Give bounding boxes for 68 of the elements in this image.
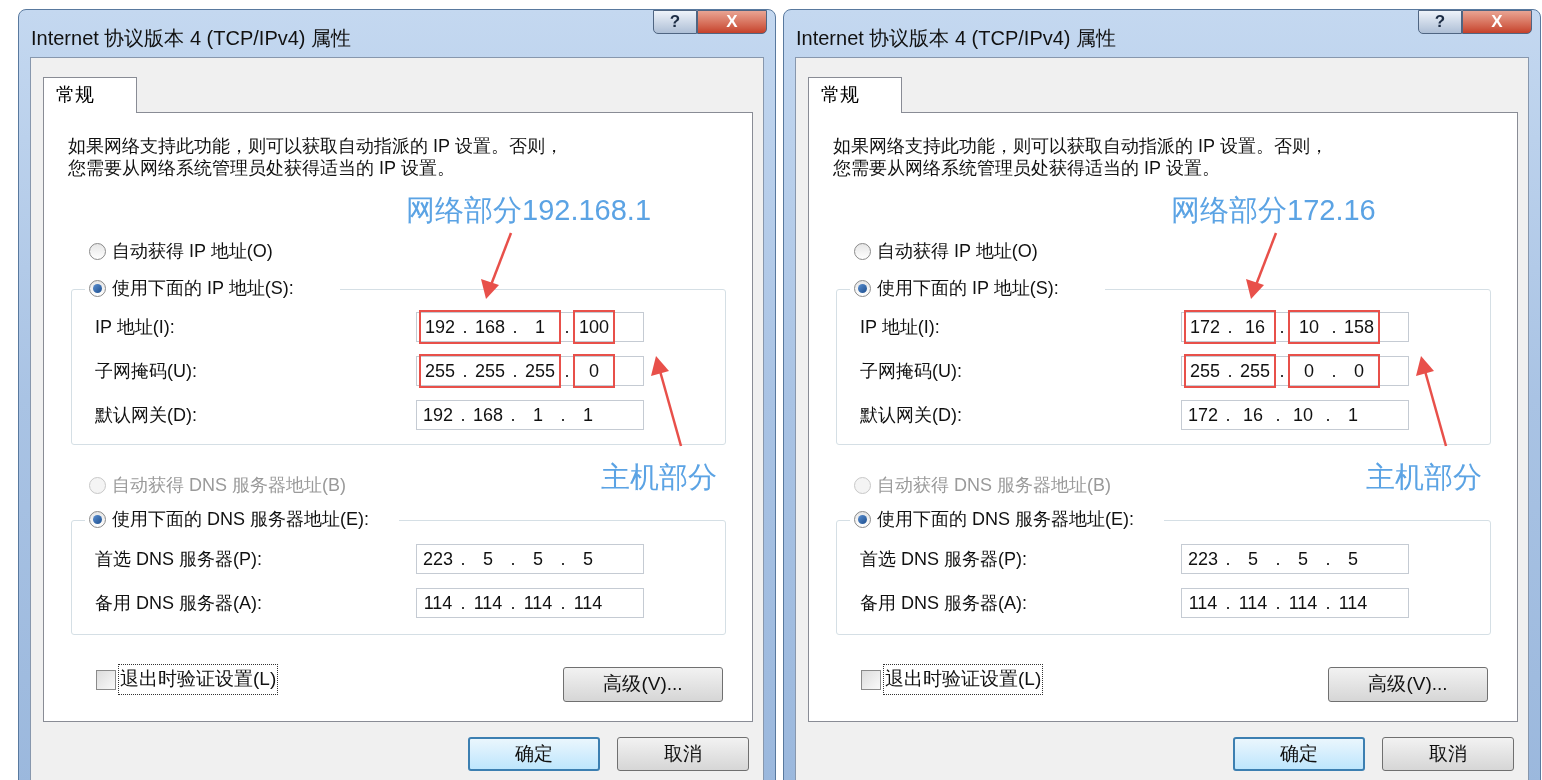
radio-label: 使用下面的 IP 地址(S): xyxy=(112,276,294,300)
checkbox-label: 退出时验证设置(L) xyxy=(883,664,1044,695)
radio-label: 自动获得 IP 地址(O) xyxy=(112,239,273,263)
field-label: 默认网关(D): xyxy=(95,403,198,427)
radio-button[interactable] xyxy=(854,242,871,260)
arrow xyxy=(481,232,513,299)
tab[interactable]: 常规 xyxy=(808,77,902,113)
radio-label: 自动获得 DNS 服务器地址(B) xyxy=(877,473,1111,497)
ip-address-field[interactable]: 223 . 5 . 5 . 5 xyxy=(416,544,644,574)
radio-button[interactable] xyxy=(89,242,106,260)
help-button[interactable]: ? xyxy=(1418,10,1462,34)
arrow xyxy=(1246,232,1278,299)
description-text: 如果网络支持此功能，则可以获取自动指派的 IP 设置。否则， xyxy=(833,135,1328,157)
highlight-frame: 172 . 16 xyxy=(1184,310,1276,344)
description-text: 如果网络支持此功能，则可以获取自动指派的 IP 设置。否则， xyxy=(68,135,563,157)
description-text: 您需要从网络系统管理员处获得适当的 IP 设置。 xyxy=(68,157,455,179)
tab[interactable]: 常规 xyxy=(43,77,137,113)
ip-address-field[interactable]: 255 . 255 . 255 . 0 xyxy=(416,356,644,386)
radio-button[interactable] xyxy=(89,279,106,297)
radio-button[interactable] xyxy=(89,510,106,528)
window-title: Internet 协议版本 4 (TCP/IPv4) 属性 xyxy=(796,26,1117,51)
dialog-button[interactable]: 取消 xyxy=(1382,737,1514,771)
ip-address-field[interactable]: 192 . 168 . 1 . 1 xyxy=(416,400,644,430)
ip-address-field[interactable]: 114 . 114 . 114 . 114 xyxy=(1181,588,1409,618)
field-label: 子网掩码(U): xyxy=(95,359,198,383)
ip-address-field[interactable]: 223 . 5 . 5 . 5 xyxy=(1181,544,1409,574)
help-button[interactable]: ? xyxy=(653,10,697,34)
ip-address-field[interactable]: 172 . 16 . 10 . 1 xyxy=(1181,400,1409,430)
radio-label: 使用下面的 DNS 服务器地址(E): xyxy=(112,507,369,531)
dialog-button[interactable]: 取消 xyxy=(617,737,749,771)
highlight-frame: 192 . 168 . 1 xyxy=(419,310,561,344)
annotation-text: 网络部分192.168.1 xyxy=(406,193,651,228)
field-label: IP 地址(I): xyxy=(95,315,176,339)
radio-button[interactable] xyxy=(854,510,871,528)
highlight-frame: 100 xyxy=(573,310,615,344)
advanced-button[interactable]: 高级(V)... xyxy=(1328,667,1488,702)
radio-label: 自动获得 DNS 服务器地址(B) xyxy=(112,473,346,497)
radio-button[interactable] xyxy=(854,279,871,297)
dialog-button[interactable]: 确定 xyxy=(468,737,600,771)
checkbox[interactable] xyxy=(96,669,116,690)
radio-label: 使用下面的 IP 地址(S): xyxy=(877,276,1059,300)
checkbox-label: 退出时验证设置(L) xyxy=(118,664,279,695)
dialog-button[interactable]: 确定 xyxy=(1233,737,1365,771)
field-label: 首选 DNS 服务器(P): xyxy=(95,547,263,571)
ip-address-field[interactable]: 114 . 114 . 114 . 114 xyxy=(416,588,644,618)
annotation-text: 网络部分172.16 xyxy=(1171,193,1376,228)
window-title: Internet 协议版本 4 (TCP/IPv4) 属性 xyxy=(31,26,352,51)
advanced-button[interactable]: 高级(V)... xyxy=(563,667,723,702)
field-label: IP 地址(I): xyxy=(860,315,941,339)
annotation-text: 主机部分 xyxy=(601,460,717,495)
highlight-frame: 10 . 158 xyxy=(1288,310,1380,344)
ip-address-field[interactable]: 192 . 168 . 1 . 100 xyxy=(416,312,644,342)
annotation-text: 主机部分 xyxy=(1366,460,1482,495)
radio-label: 使用下面的 DNS 服务器地址(E): xyxy=(877,507,1134,531)
highlight-frame: 255 . 255 xyxy=(1184,354,1276,388)
field-label: 默认网关(D): xyxy=(860,403,963,427)
field-label: 首选 DNS 服务器(P): xyxy=(860,547,1028,571)
ip-address-field[interactable]: 172 . 16 . 10 . 158 xyxy=(1181,312,1409,342)
description-text: 您需要从网络系统管理员处获得适当的 IP 设置。 xyxy=(833,157,1220,179)
checkbox[interactable] xyxy=(861,669,881,690)
ip-address-field[interactable]: 255 . 255 . 0 . 0 xyxy=(1181,356,1409,386)
highlight-frame: 0 xyxy=(573,354,615,388)
highlight-frame: 255 . 255 . 255 xyxy=(419,354,561,388)
radio-label: 自动获得 IP 地址(O) xyxy=(877,239,1038,263)
field-label: 备用 DNS 服务器(A): xyxy=(95,591,263,615)
field-label: 备用 DNS 服务器(A): xyxy=(860,591,1028,615)
highlight-frame: 0 . 0 xyxy=(1288,354,1380,388)
field-label: 子网掩码(U): xyxy=(860,359,963,383)
